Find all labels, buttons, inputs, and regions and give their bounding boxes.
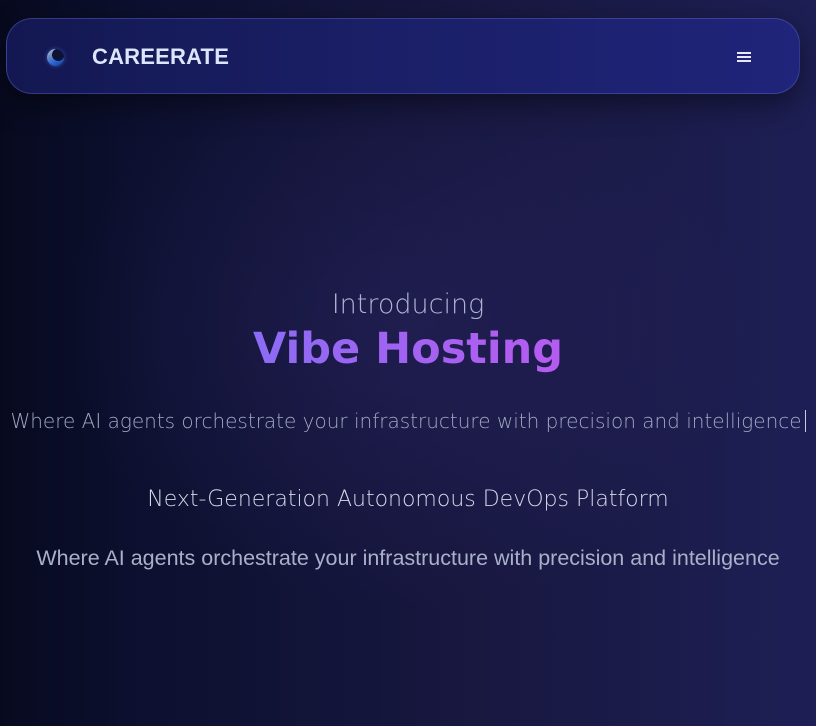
top-navbar: CAREERATE bbox=[6, 18, 800, 94]
brand-logo-link[interactable]: CAREERATE bbox=[47, 19, 229, 95]
hero-headline-text: Vibe Hosting bbox=[253, 324, 563, 374]
hero-tagline: Where AI agents orchestrate your infrast… bbox=[36, 546, 780, 570]
hero-headline: Vibe Hosting bbox=[0, 322, 816, 376]
typing-cursor bbox=[804, 410, 806, 432]
brand-name: CAREERATE bbox=[92, 44, 230, 69]
typewriter-line: Where AI agents orchestrate your infrast… bbox=[0, 407, 816, 435]
typewriter-text: Where AI agents orchestrate your infrast… bbox=[10, 409, 802, 433]
hero-subtitle: Next-Generation Autonomous DevOps Platfo… bbox=[147, 487, 669, 512]
hero-intro: Introducing bbox=[331, 289, 485, 320]
globe-logo-icon bbox=[47, 48, 64, 66]
hamburger-menu-icon bbox=[737, 52, 751, 62]
menu-button[interactable] bbox=[735, 47, 753, 67]
